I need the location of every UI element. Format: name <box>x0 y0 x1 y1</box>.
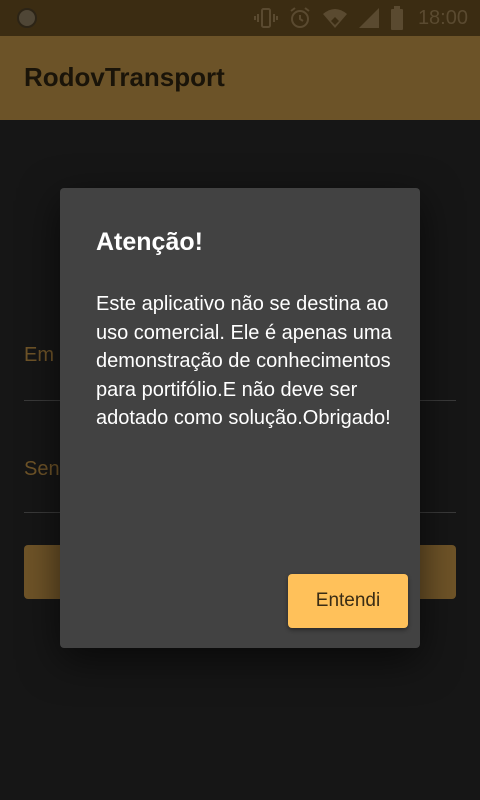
attention-dialog: Atenção! Este aplicativo não se destina … <box>60 188 420 648</box>
entendi-button[interactable]: Entendi <box>288 574 408 628</box>
dialog-title: Atenção! <box>96 228 203 256</box>
dialog-message: Este aplicativo não se destina ao uso co… <box>96 293 392 429</box>
